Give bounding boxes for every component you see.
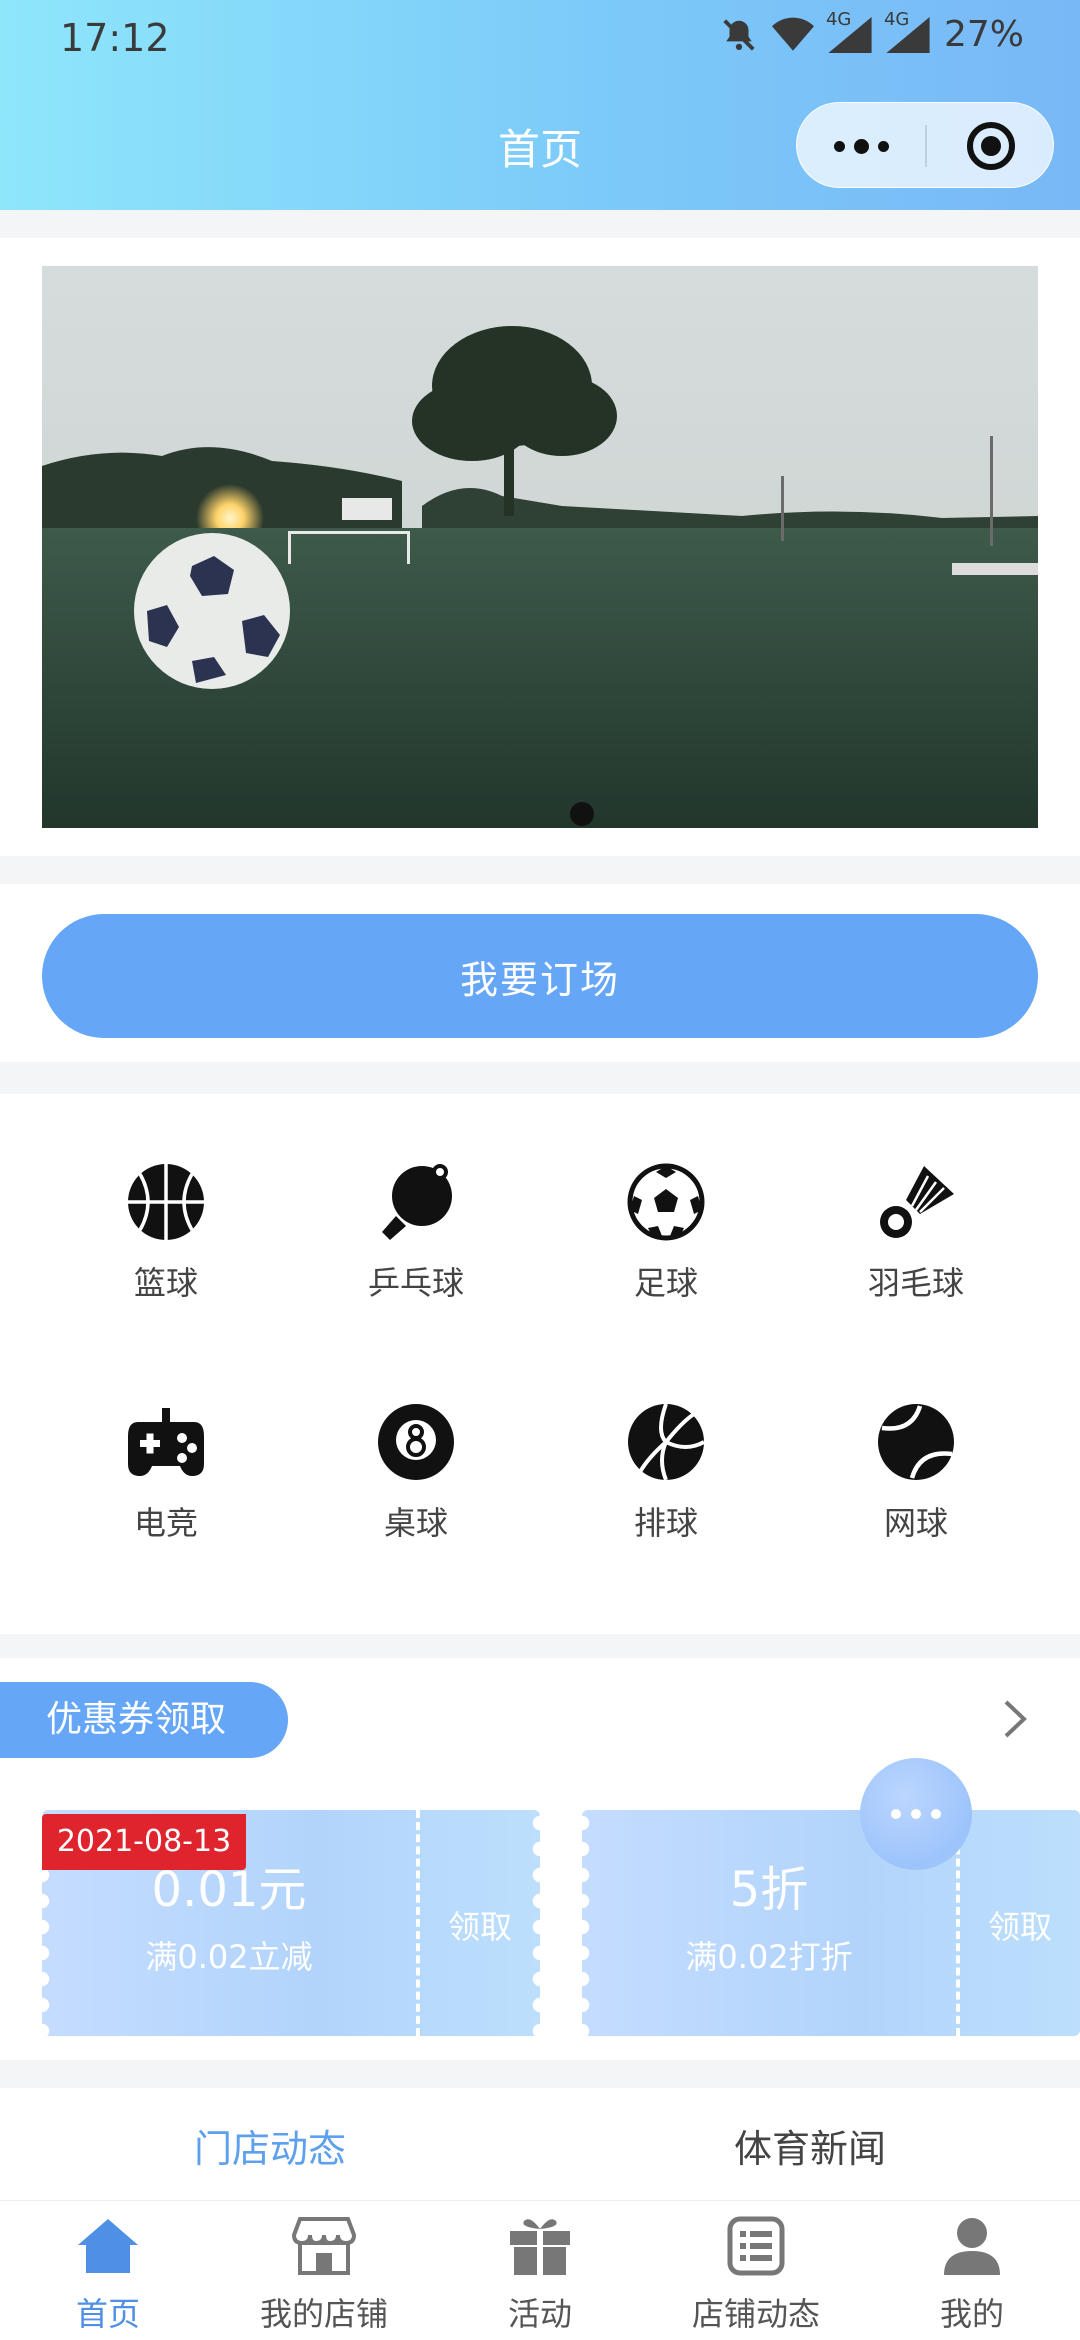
sport-volleyball[interactable]: 排球 xyxy=(576,1402,756,1572)
soccer-ball-icon xyxy=(627,1163,705,1241)
more-menu-button[interactable] xyxy=(797,103,925,189)
sport-label: 排球 xyxy=(633,1504,698,1542)
floating-more-button[interactable] xyxy=(860,1758,972,1870)
sport-label: 桌球 xyxy=(383,1504,448,1542)
signal-2-icon: 4G xyxy=(884,9,930,53)
list-icon xyxy=(727,2216,785,2276)
sport-basketball[interactable]: 篮球 xyxy=(76,1162,256,1332)
sport-ping-pong[interactable]: 乒乓球 xyxy=(326,1162,506,1332)
sports-grid: 篮球 乒乓球 足球 羽毛球 电竞 桌球 排球 网球 xyxy=(0,1094,1080,1634)
battery-percent: 27% xyxy=(943,14,1024,55)
sport-billiards[interactable]: 桌球 xyxy=(326,1402,506,1572)
sport-label: 乒乓球 xyxy=(367,1264,464,1302)
tab-my-store[interactable]: 我的店铺 xyxy=(216,2201,432,2340)
gamepad-icon xyxy=(128,1408,204,1476)
capsule-divider xyxy=(925,125,927,167)
coupon-notch-left xyxy=(582,1810,590,2036)
wifi-icon xyxy=(771,17,814,51)
sport-label: 羽毛球 xyxy=(867,1264,964,1302)
shuttlecock-icon xyxy=(880,1166,954,1238)
user-icon xyxy=(944,2218,1000,2275)
sport-esports[interactable]: 电竞 xyxy=(76,1402,256,1572)
banner-section xyxy=(0,238,1080,856)
tab-store-updates[interactable]: 店铺动态 xyxy=(648,2201,864,2340)
tab-label: 我的 xyxy=(939,2295,1004,2333)
sport-label: 网球 xyxy=(883,1504,948,1542)
home-icon xyxy=(78,2219,138,2273)
sport-label: 电竞 xyxy=(133,1504,198,1542)
tab-sports-news[interactable]: 体育新闻 xyxy=(540,2118,1080,2173)
claim-coupon-button[interactable]: 领取 xyxy=(420,1902,540,1948)
status-icons: 4G 4G 27% xyxy=(720,9,1024,55)
book-venue-button[interactable]: 我要订场 xyxy=(42,914,1038,1038)
sport-label: 足球 xyxy=(633,1264,698,1302)
booking-section: 我要订场 xyxy=(0,884,1080,1062)
tab-label: 我的店铺 xyxy=(259,2295,388,2333)
basketball-icon xyxy=(128,1164,204,1240)
sport-badminton[interactable]: 羽毛球 xyxy=(826,1162,1006,1332)
tab-label: 首页 xyxy=(75,2295,140,2333)
home-page: 17:12 4G 4G 27% 首页 我要订场 篮球 乒乓球 足球 羽毛球 电竞… xyxy=(0,0,1080,2340)
eight-ball-icon xyxy=(378,1404,454,1480)
claim-coupon-button[interactable]: 领取 xyxy=(960,1902,1080,1948)
coupon-condition: 满0.02立减 xyxy=(145,1938,313,1976)
tab-mine[interactable]: 我的 xyxy=(864,2201,1080,2340)
sport-soccer[interactable]: 足球 xyxy=(576,1162,756,1332)
tab-activity[interactable]: 活动 xyxy=(432,2201,648,2340)
coupon-section-title: 优惠券领取 xyxy=(0,1682,288,1758)
ping-pong-icon xyxy=(382,1164,452,1240)
chevron-right-icon[interactable] xyxy=(998,1694,1032,1744)
close-target-icon[interactable] xyxy=(967,122,1015,170)
tab-store-news[interactable]: 门店动态 xyxy=(0,2118,540,2173)
sport-tennis[interactable]: 网球 xyxy=(826,1402,1006,1572)
banner-carousel[interactable] xyxy=(42,266,1038,828)
volleyball-icon xyxy=(628,1403,705,1481)
carousel-indicator[interactable] xyxy=(570,802,594,826)
header: 17:12 4G 4G 27% 首页 xyxy=(0,0,1080,210)
gift-icon xyxy=(510,2219,570,2275)
banner-image xyxy=(42,266,1038,828)
coupon-card-2: 5折 满0.02打折 领取 xyxy=(582,1810,1080,2036)
mini-program-capsule xyxy=(796,102,1054,188)
signal-1-icon: 4G xyxy=(826,9,872,53)
coupon-date-badge: 2021-08-13 xyxy=(42,1814,246,1870)
store-icon xyxy=(291,2217,357,2275)
coupon-condition: 满0.02打折 xyxy=(685,1938,853,1976)
bottom-tab-bar: 首页 我的店铺 活动 店铺动态 我的 xyxy=(0,2200,1080,2340)
tab-label: 活动 xyxy=(507,2295,572,2333)
sport-label: 篮球 xyxy=(133,1264,198,1302)
tennis-ball-icon xyxy=(878,1404,954,1480)
status-time: 17:12 xyxy=(60,16,170,60)
tab-home[interactable]: 首页 xyxy=(0,2201,216,2340)
mute-bell-icon xyxy=(723,18,755,51)
tab-label: 店铺动态 xyxy=(691,2295,820,2333)
news-tabs: 门店动态 体育新闻 xyxy=(0,2088,1080,2208)
status-bar: 17:12 4G 4G 27% xyxy=(0,0,1080,80)
